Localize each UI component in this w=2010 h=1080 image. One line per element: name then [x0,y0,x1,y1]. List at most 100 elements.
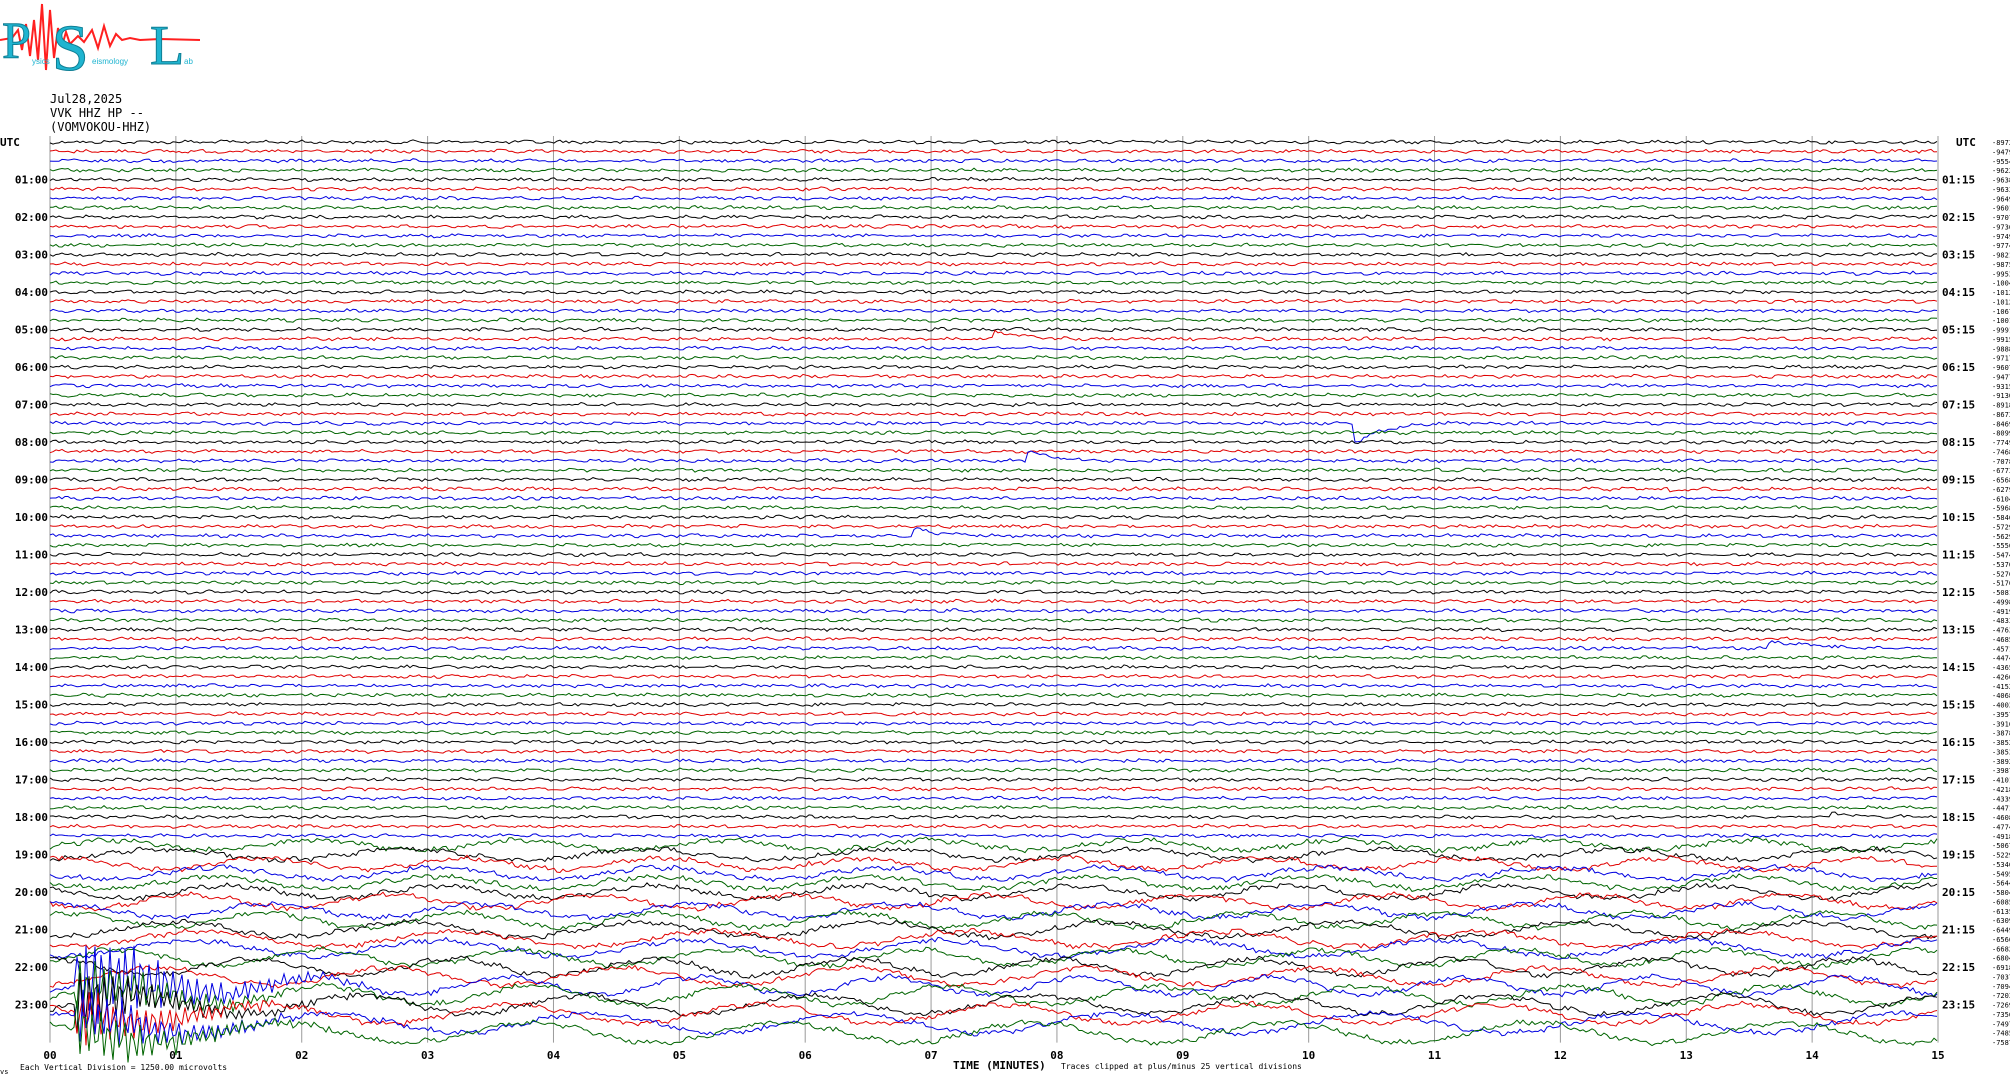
line-offset-label: -10018 [1992,317,2010,325]
line-offset-label: -6566 [1992,936,2010,944]
x-tick-label: 10 [1302,1049,1315,1062]
trace-line [49,617,1938,623]
line-offset-label: -6568 [1992,477,2010,485]
trace-line [49,223,1938,229]
line-offset-label: -7037 [1992,973,2010,981]
right-hour-label: 11:15 [1942,549,1975,562]
x-tick-label: 02 [295,1049,308,1062]
line-offset-label: -9638 [1992,177,2010,185]
left-hour-label: 06:00 [15,361,48,374]
left-hour-label: 20:00 [15,886,48,899]
trace-line [49,429,1938,436]
line-offset-label: -5276 [1992,570,2010,578]
left-hour-label: 01:00 [15,174,48,187]
trace-line [49,326,1938,333]
line-offset-label: -6104 [1992,495,2010,503]
helicorder-chart: UTC UTC 01:00 02:00 03:00 04:00 05:00 06:00 07:0… [0,136,2010,1063]
trace-line [49,636,1938,642]
x-tick-label: 01 [169,1049,183,1062]
trace-line [49,167,1938,173]
line-offset-label: -9888 [1992,345,2010,353]
x-tick-label: 06 [799,1049,813,1062]
line-offset-label: -9477 [1992,373,2010,381]
trace-line [49,561,1938,567]
left-hour-label: 07:00 [15,399,48,412]
line-offset-label: -4474 [1992,655,2010,663]
right-hour-label: 02:15 [1942,211,1975,224]
trace-line [49,730,1938,736]
line-offset-label: -5346 [1992,861,2010,869]
trace-line [49,354,1938,361]
trace-line [49,467,1938,473]
line-offset-label: -7356 [1992,1011,2010,1019]
line-offset-label: -9554 [1992,158,2010,166]
trace-line [49,139,1938,145]
right-hour-label: 09:15 [1942,474,1975,487]
trace-line [49,298,1938,305]
line-offset-label: -9315 [1992,383,2010,391]
line-offset-label: -4774 [1992,823,2010,831]
line-offset-label: -8673 [1992,411,2010,419]
trace-line [49,551,1938,558]
right-hour-label: 07:15 [1942,399,1975,412]
line-offset-label: -9774 [1992,242,2010,250]
trace-line [49,523,1938,529]
line-offset-label: -5370 [1992,561,2010,569]
right-hour-label: 12:15 [1942,586,1975,599]
line-offset-label: -9953 [1992,270,2010,278]
line-offset-label: -7078 [1992,458,2010,466]
trace-line [49,242,1938,248]
trace-line [49,900,1938,922]
trace-line [49,280,1938,286]
line-offset-label: -5729 [1992,523,2010,531]
left-hour-label: 11:00 [15,549,48,562]
right-hour-label: 23:15 [1942,999,1975,1012]
right-hour-label: 16:15 [1942,736,1975,749]
line-offset-label: -6085 [1992,898,2010,906]
line-offset-label: -7587 [1992,1039,2010,1047]
line-offset-label: -5081 [1992,589,2010,597]
trace-line [49,214,1938,220]
trace-line [49,786,1938,792]
line-offset-label: -6135 [1992,908,2010,916]
line-offset-label: -10044 [1992,280,2010,288]
line-offset-label: -6918 [1992,964,2010,972]
line-offset-label: -4003 [1992,702,2010,710]
line-offset-label: -6449 [1992,927,2010,935]
trace-line [49,450,1938,464]
trace-line [49,289,1938,295]
line-offset-label: -9130 [1992,392,2010,400]
trace-line [49,392,1938,398]
trace-line [49,589,1938,595]
trace-line [49,654,1937,661]
line-offset-label: -9717 [1992,355,2010,363]
clip-note: Traces clipped at plus/minus 25 vertical… [1061,1062,1302,1071]
trace-line [49,176,1938,183]
right-hour-label: 21:15 [1942,924,1975,937]
line-offset-label: -10128 [1992,298,2010,306]
trace-line [49,1000,1938,1063]
trace-line [49,373,1938,379]
line-offset-label: -3892 [1992,758,2010,766]
trace-line [49,579,1938,586]
trace-line [49,739,1938,745]
right-hour-label: 05:15 [1942,324,1975,337]
trace-line [49,195,1938,201]
trace-line [49,261,1938,267]
left-utc-title: UTC [0,136,20,149]
trace-line [49,514,1938,520]
trace-line [49,401,1938,408]
line-offset-label: -3853 [1992,748,2010,756]
x-tick-label: 00 [43,1049,56,1062]
line-offset-label: -3957 [1992,711,2010,719]
trace-line [49,795,1938,801]
line-offset-label: -7094 [1992,983,2010,991]
line-offset-label: -3852 [1992,739,2010,747]
trace-line [49,598,1938,604]
corner-mark: vs [0,1068,9,1076]
trace-line [49,909,1938,931]
line-offset-label: -4152 [1992,683,2010,691]
line-offset-label: -9479 [1992,148,2010,156]
left-hour-label: 22:00 [15,961,48,974]
line-offset-label: -4919 [1992,608,2010,616]
